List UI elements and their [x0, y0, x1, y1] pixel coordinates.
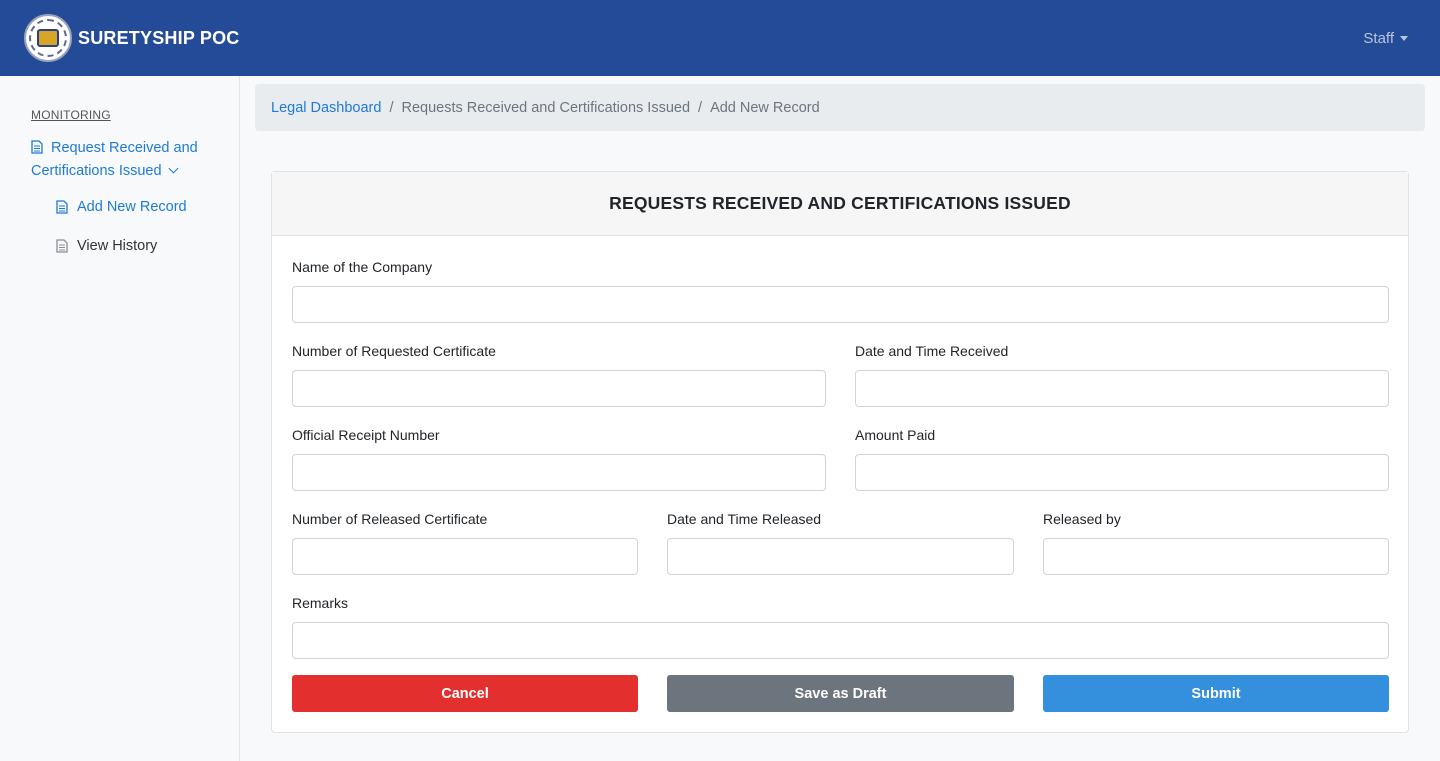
official-receipt-input[interactable]: [292, 454, 826, 491]
sidebar-section-title: MONITORING: [31, 108, 111, 122]
cancel-button[interactable]: Cancel: [292, 675, 638, 712]
seal-emblem: [37, 29, 59, 47]
amount-paid-input[interactable]: [855, 454, 1389, 491]
sidebar-item-view-history[interactable]: View History: [56, 238, 157, 254]
amount-paid-label: Amount Paid: [855, 427, 936, 443]
brand-title[interactable]: SURETYSHIP POC: [78, 28, 240, 49]
breadcrumb-separator: /: [698, 99, 703, 116]
user-menu-label: Staff: [1363, 29, 1394, 47]
released-cert-label: Number of Released Certificate: [292, 511, 488, 527]
document-icon: [56, 239, 68, 253]
requested-cert-input[interactable]: [292, 370, 826, 407]
chevron-down-icon[interactable]: [168, 163, 179, 174]
company-name-label: Name of the Company: [292, 259, 433, 275]
released-by-label: Released by: [1043, 511, 1121, 527]
sidebar-item-requests[interactable]: Request Received and Certifications Issu…: [31, 137, 221, 183]
submit-button[interactable]: Submit: [1043, 675, 1389, 712]
caret-down-icon: [1400, 35, 1408, 41]
official-receipt-label: Official Receipt Number: [292, 427, 440, 443]
record-form-card: REQUESTS RECEIVED AND CERTIFICATIONS ISS…: [271, 171, 1409, 733]
sidebar-item-label: Add New Record: [77, 199, 187, 215]
date-released-input[interactable]: [667, 538, 1014, 575]
company-name-input[interactable]: [292, 286, 1389, 323]
remarks-input[interactable]: [292, 622, 1389, 659]
requested-cert-label: Number of Requested Certificate: [292, 343, 496, 359]
date-received-input[interactable]: [855, 370, 1389, 407]
date-received-label: Date and Time Received: [855, 343, 1009, 359]
breadcrumb-link-legal-dashboard[interactable]: Legal Dashboard: [271, 100, 381, 116]
sidebar: MONITORING Request Received and Certific…: [0, 76, 240, 761]
date-released-label: Date and Time Released: [667, 511, 822, 527]
top-navbar: SURETYSHIP POC Staff: [0, 0, 1440, 76]
released-by-input[interactable]: [1043, 538, 1389, 575]
sidebar-item-label: View History: [77, 238, 158, 254]
breadcrumb-separator: /: [389, 99, 394, 116]
breadcrumb-item-current: Add New Record: [710, 99, 820, 116]
remarks-label: Remarks: [292, 595, 349, 611]
breadcrumb: Legal Dashboard / Requests Received and …: [255, 84, 1425, 131]
seal-ring: [29, 19, 67, 57]
agency-seal-logo[interactable]: [24, 14, 72, 62]
sidebar-item-add-new-record[interactable]: Add New Record: [56, 199, 187, 215]
form-title: REQUESTS RECEIVED AND CERTIFICATIONS ISS…: [272, 172, 1408, 236]
user-menu-dropdown[interactable]: Staff: [1363, 30, 1408, 47]
breadcrumb-item-requests: Requests Received and Certifications Iss…: [401, 99, 691, 116]
document-icon: [56, 200, 68, 214]
save-draft-button[interactable]: Save as Draft: [667, 675, 1014, 712]
released-cert-input[interactable]: [292, 538, 638, 575]
document-icon: [31, 140, 43, 154]
